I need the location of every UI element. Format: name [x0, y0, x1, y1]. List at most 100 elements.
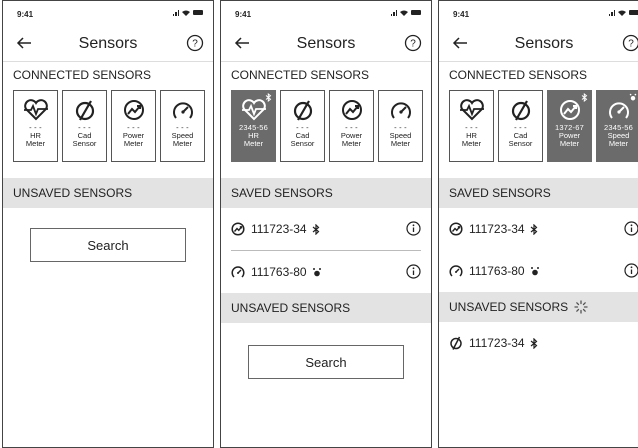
saved-sensors-label: SAVED SENSORS: [231, 186, 333, 200]
cadence-icon: [450, 336, 462, 350]
unsaved-sensors-label: UNSAVED SENSORS: [13, 186, 133, 200]
tile-label-line2: Meter: [341, 139, 362, 148]
cadence-icon: [293, 100, 312, 121]
cellular-signal-icon: [608, 9, 615, 16]
unsaved-sensor-row[interactable]: 111723-34: [439, 322, 638, 364]
unsaved-sensors-header: UNSAVED SENSORS: [439, 292, 638, 322]
power-icon: [123, 100, 144, 120]
connected-sensor-tiles: - - - HR Meter - - - Cad Sensor - - - Po…: [3, 88, 213, 166]
speed-meter-tile[interactable]: - - - Speed Meter: [378, 90, 423, 162]
unsaved-sensors-header: UNSAVED SENSORS: [3, 178, 213, 208]
tile-label-line2: Sensor: [290, 139, 315, 148]
speedometer-icon: [390, 102, 411, 119]
page-title: Sensors: [514, 35, 574, 52]
search-button[interactable]: Search: [30, 228, 186, 262]
tile-label-line2: Meter: [172, 139, 193, 148]
wifi-icon: [618, 10, 626, 16]
power-meter-tile[interactable]: - - - Power Meter: [111, 90, 156, 162]
status-bar: 9:41: [439, 1, 638, 27]
power-icon: [341, 100, 362, 120]
bluetooth-icon: [581, 93, 588, 102]
speedometer-icon: [231, 266, 245, 278]
wifi-icon: [400, 10, 408, 16]
speedometer-icon: [608, 102, 629, 119]
tile-label-line2: Meter: [461, 139, 482, 148]
status-time: 9:41: [17, 10, 34, 19]
info-icon[interactable]: [624, 263, 638, 278]
battery-icon: [193, 10, 203, 15]
sensor-id: 111723-34: [251, 222, 307, 236]
wifi-icon: [182, 10, 190, 16]
tile-label-line2: Sensor: [72, 139, 97, 148]
search-button[interactable]: Search: [248, 345, 404, 379]
bluetooth-icon: [530, 223, 538, 235]
hr-meter-tile[interactable]: 2345-56 HR Meter: [231, 90, 276, 162]
power-icon: [559, 100, 580, 120]
page-title: Sensors: [78, 35, 138, 52]
bluetooth-icon: [265, 93, 272, 102]
power-icon: [231, 222, 245, 236]
tile-label-line2: Meter: [559, 139, 580, 148]
help-icon[interactable]: ?: [404, 34, 422, 52]
phone-screen-no-sensors: 9:41 Sensors ? CONNECTED SENSORS - - - H…: [2, 0, 214, 448]
connected-sensor-tiles: 2345-56 HR Meter - - - Cad Sensor - - - …: [221, 88, 431, 166]
saved-sensors-header: SAVED SENSORS: [221, 178, 431, 208]
cad-sensor-tile[interactable]: - - - Cad Sensor: [62, 90, 107, 162]
power-meter-tile[interactable]: 1372-67 Power Meter: [547, 90, 592, 162]
page-title: Sensors: [296, 35, 356, 52]
speed-meter-tile[interactable]: - - - Speed Meter: [160, 90, 205, 162]
status-time: 9:41: [235, 10, 252, 19]
status-bar: 9:41: [3, 1, 213, 27]
unsaved-sensors-header: UNSAVED SENSORS: [221, 293, 431, 323]
cellular-signal-icon: [172, 9, 179, 16]
battery-icon: [629, 10, 638, 15]
phone-screen-hr-connected: 9:41 Sensors ? CONNECTED SENSORS 2345-56…: [220, 0, 432, 448]
cad-sensor-tile[interactable]: - - - Cad Sensor: [280, 90, 325, 162]
bluetooth-icon: [530, 337, 538, 349]
svg-text:?: ?: [410, 39, 416, 50]
connected-sensors-header: CONNECTED SENSORS: [231, 68, 370, 82]
hr-meter-tile[interactable]: - - - HR Meter: [449, 90, 494, 162]
loading-spinner-icon: [574, 300, 588, 314]
unsaved-sensors-label: UNSAVED SENSORS: [231, 301, 351, 315]
cad-sensor-tile[interactable]: - - - Cad Sensor: [498, 90, 543, 162]
ant-icon: [629, 93, 637, 101]
tile-label-line2: Meter: [243, 139, 264, 148]
saved-sensor-row[interactable]: 111763-80: [221, 251, 431, 293]
ant-icon: [530, 267, 539, 276]
speedometer-icon: [172, 102, 193, 119]
hr-meter-tile[interactable]: - - - HR Meter: [13, 90, 58, 162]
bluetooth-icon: [312, 223, 320, 235]
heart-pulse-icon: [241, 99, 266, 121]
power-icon: [449, 222, 463, 236]
help-icon[interactable]: ?: [186, 34, 204, 52]
tile-label-line2: Meter: [25, 139, 46, 148]
tile-label-line2: Meter: [608, 139, 629, 148]
status-time: 9:41: [453, 10, 470, 19]
info-icon[interactable]: [406, 221, 421, 236]
svg-text:?: ?: [192, 39, 198, 50]
info-icon[interactable]: [406, 264, 421, 279]
heart-pulse-icon: [23, 99, 48, 121]
connected-sensor-tiles: - - - HR Meter - - - Cad Sensor 1372-67 …: [439, 88, 638, 166]
cellular-signal-icon: [390, 9, 397, 16]
heart-pulse-icon: [459, 99, 484, 121]
connected-sensors-header: CONNECTED SENSORS: [449, 68, 588, 82]
battery-icon: [411, 10, 421, 15]
ant-icon: [312, 268, 321, 277]
saved-sensor-row[interactable]: 111723-34: [231, 208, 421, 251]
sensor-id: 111723-34: [469, 222, 525, 236]
saved-sensor-row[interactable]: 111723-34: [439, 208, 638, 250]
speedometer-icon: [449, 265, 463, 277]
power-meter-tile[interactable]: - - - Power Meter: [329, 90, 374, 162]
phone-screen-searching: 9:41 Sensors ? CONNECTED SENSORS - - - H…: [438, 0, 638, 448]
sensor-id: 111763-80: [251, 265, 307, 279]
help-icon[interactable]: ?: [622, 34, 638, 52]
svg-text:?: ?: [628, 39, 634, 50]
info-icon[interactable]: [624, 221, 638, 236]
saved-sensor-row[interactable]: 111763-80: [439, 250, 638, 292]
speed-meter-tile[interactable]: 2345-56 Speed Meter: [596, 90, 638, 162]
status-bar: 9:41: [221, 1, 431, 27]
nav-bar: Sensors ?: [3, 27, 213, 62]
saved-sensors-header: SAVED SENSORS: [439, 178, 638, 208]
